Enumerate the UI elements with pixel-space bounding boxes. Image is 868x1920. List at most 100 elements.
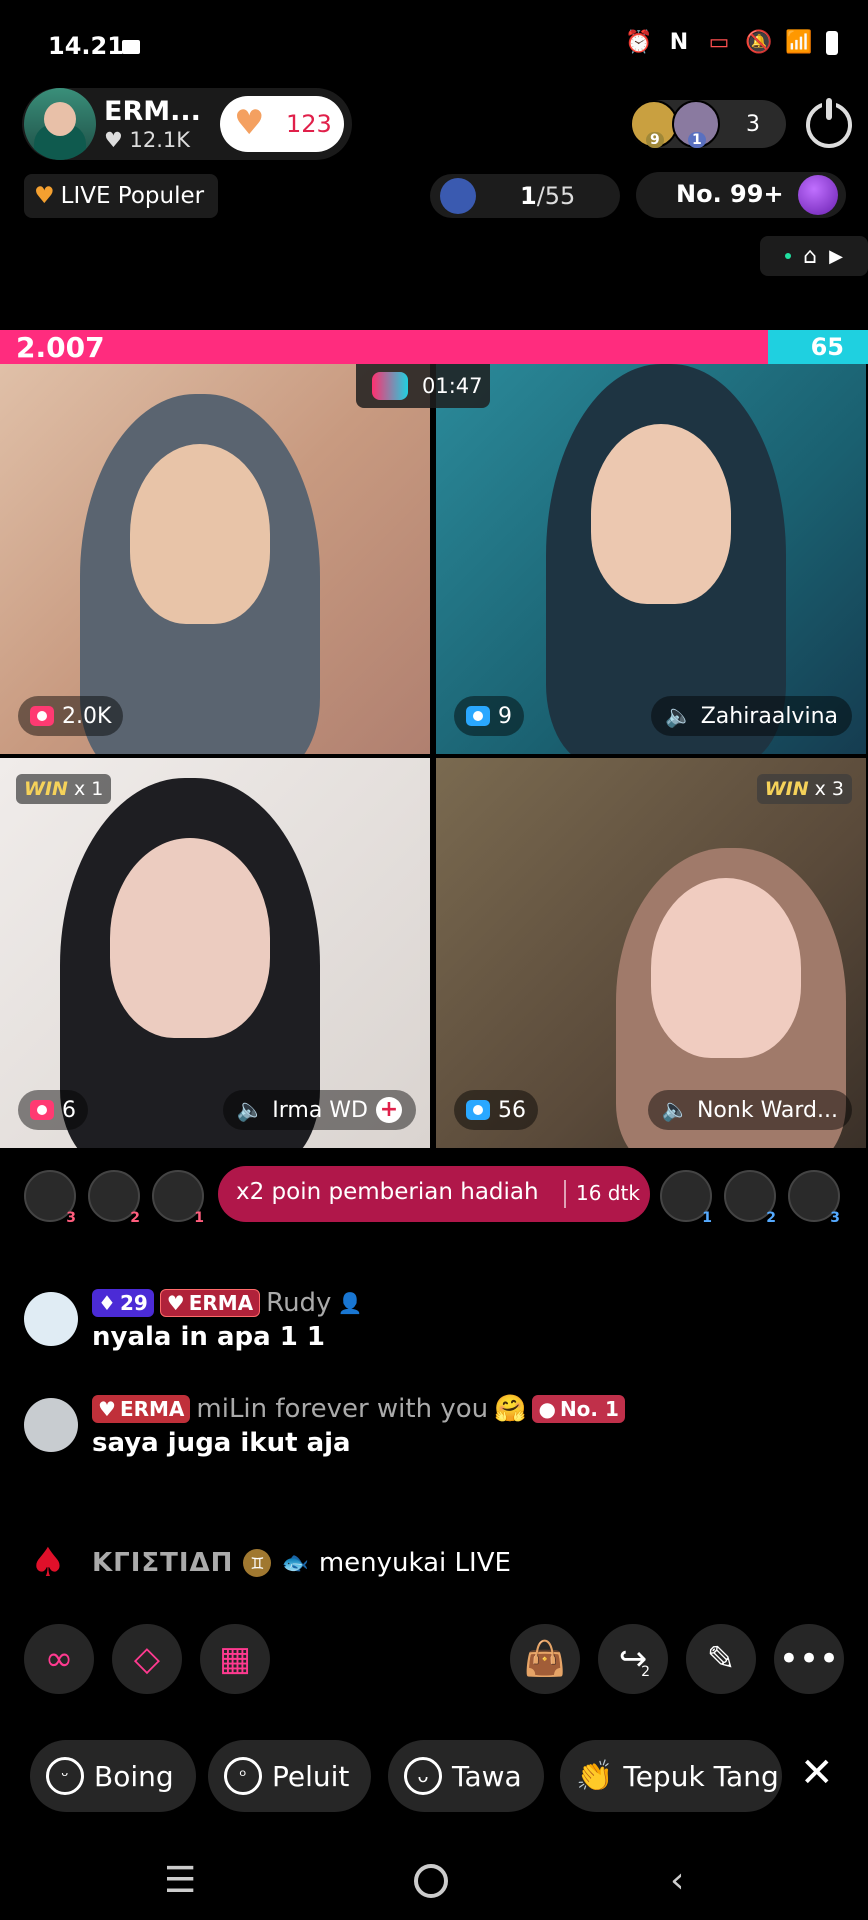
magic-wand-icon[interactable]: ✎ bbox=[686, 1624, 756, 1694]
heart-icon: ♥ bbox=[34, 183, 55, 209]
team-pink-score: 2.007 bbox=[16, 331, 105, 364]
join-notice: KΓIΣTIΔП ♊ 🐟 menyukai LIVE bbox=[92, 1548, 511, 1578]
chevron-right-icon[interactable]: ▶ bbox=[829, 246, 843, 267]
gemini-icon: ♊ bbox=[243, 1549, 272, 1577]
rank-avatar-right[interactable]: 3 bbox=[788, 1170, 840, 1226]
recording-icon bbox=[122, 40, 140, 54]
home-icon[interactable]: ⌂ bbox=[803, 244, 817, 269]
rank-badge: ● No. 1 bbox=[532, 1395, 625, 1423]
fan-badge: ♥ ERMA bbox=[92, 1395, 191, 1423]
rank-avatar-left[interactable]: 1 bbox=[152, 1170, 204, 1226]
gift-ball-icon bbox=[798, 175, 838, 215]
home-icon[interactable] bbox=[414, 1864, 448, 1898]
rank-avatar-right[interactable]: 2 bbox=[724, 1170, 776, 1226]
viewer-count-chip: 2.0K bbox=[18, 696, 124, 736]
win-badge: WIN x 3 bbox=[756, 774, 852, 804]
nfc-icon: N bbox=[669, 30, 689, 55]
viewer-avatar[interactable]: 9 bbox=[630, 100, 678, 148]
mini-controls[interactable]: ⌂ ▶ bbox=[760, 236, 868, 276]
apps-grid-icon[interactable]: ▦ bbox=[200, 1624, 270, 1694]
whistle-face-icon: ᵒ bbox=[224, 1757, 262, 1795]
rank-avatar-icon bbox=[440, 178, 476, 214]
camera-icon bbox=[30, 706, 54, 726]
rank-avatar-right[interactable]: 1 bbox=[660, 1170, 712, 1226]
chat-username[interactable]: Rudy bbox=[266, 1288, 331, 1318]
video-tile-2[interactable]: 9 🔈 Zahiraalvina bbox=[436, 364, 866, 754]
chat-username[interactable]: miLin forever with you bbox=[196, 1394, 488, 1424]
power-icon[interactable] bbox=[806, 98, 852, 148]
more-icon[interactable]: ••• bbox=[774, 1624, 844, 1694]
battery-icon bbox=[826, 31, 838, 55]
user-icon: 👤 bbox=[337, 1291, 363, 1315]
like-button[interactable]: ♥ 123 bbox=[220, 96, 344, 152]
chat-meta: ♦ 29 ♥ ERMA Rudy 👤 bbox=[92, 1288, 362, 1318]
chat-avatar[interactable] bbox=[24, 1292, 78, 1346]
host-name[interactable]: ERM... bbox=[104, 96, 201, 127]
viewer-count-chip: 9 bbox=[454, 696, 524, 736]
shopping-bag-icon[interactable]: 👜 bbox=[510, 1624, 580, 1694]
reaction-boing-button[interactable]: ᵕ Boing bbox=[30, 1740, 196, 1812]
recent-apps-icon[interactable]: ☰ bbox=[164, 1860, 196, 1901]
participant-name[interactable]: 🔈 Zahiraalvina bbox=[651, 696, 852, 736]
join-username[interactable]: KΓIΣTIΔП bbox=[92, 1548, 233, 1578]
close-icon[interactable]: ✕ bbox=[800, 1750, 834, 1796]
wifi-icon: 📶 bbox=[785, 30, 813, 55]
participant-name[interactable]: 🔈 Irma WD + bbox=[222, 1090, 416, 1130]
rank-avatar-left[interactable]: 3 bbox=[24, 1170, 76, 1226]
speaker-icon: 🔈 bbox=[236, 1097, 265, 1123]
heart-icon: ♥ bbox=[234, 103, 265, 143]
cast-icon: ▭ bbox=[708, 30, 730, 55]
video-tile-3[interactable]: WIN x 1 6 🔈 Irma WD + bbox=[0, 758, 430, 1148]
reaction-peluit-button[interactable]: ᵒ Peluit bbox=[208, 1740, 372, 1812]
like-count: 123 bbox=[286, 110, 332, 138]
clock: 14.21 bbox=[48, 32, 124, 60]
back-icon[interactable]: ‹ bbox=[670, 1860, 684, 1901]
alarm-icon: ⏰ bbox=[625, 30, 653, 55]
reaction-tepuk-button[interactable]: 👏 Tepuk Tang bbox=[560, 1740, 782, 1812]
host-likes: ♥ 12.1K bbox=[104, 128, 191, 152]
camera-icon bbox=[466, 706, 490, 726]
clap-icon: 👏 bbox=[576, 1758, 614, 1794]
bonus-banner[interactable]: x2 poin pemberian hadiah 16 dtk bbox=[218, 1166, 650, 1222]
leaderboard-chip[interactable]: No. 99+ bbox=[636, 172, 846, 218]
heart-icon: ♥ bbox=[166, 1291, 185, 1315]
rank-avatar-left[interactable]: 2 bbox=[88, 1170, 140, 1226]
viewer-avatar[interactable]: 1 bbox=[672, 100, 720, 148]
chat-meta: ♥ ERMA miLin forever with you 🤗 ● No. 1 bbox=[92, 1394, 625, 1424]
medal-icon: ● bbox=[538, 1397, 556, 1421]
battle-icon bbox=[372, 372, 408, 400]
live-popular-chip[interactable]: ♥ LIVE Populer bbox=[24, 174, 219, 218]
laugh-face-icon: ᴗ bbox=[404, 1757, 442, 1795]
camera-icon bbox=[466, 1100, 490, 1120]
viewer-count-chip: 56 bbox=[454, 1090, 538, 1130]
heart-icon: ♥ bbox=[98, 1397, 116, 1421]
video-tile-4[interactable]: WIN x 3 56 🔈 Nonk Ward... bbox=[436, 758, 866, 1148]
participant-name[interactable]: 🔈 Nonk Ward... bbox=[647, 1090, 852, 1130]
dot-icon bbox=[785, 253, 792, 259]
status-bar: 14.21 ⏰ N ▭ 🔕 📶 bbox=[0, 0, 868, 90]
hug-emoji-icon: 🤗 bbox=[494, 1394, 527, 1424]
share-icon[interactable]: ↪ 2 bbox=[598, 1624, 668, 1694]
host-avatar[interactable] bbox=[24, 88, 96, 160]
fish-icon: 🐟 bbox=[281, 1550, 309, 1576]
multi-guest-icon[interactable]: ∞ bbox=[24, 1624, 94, 1694]
chat-message: nyala in apa 1 1 bbox=[92, 1322, 325, 1352]
win-badge: WIN x 1 bbox=[16, 774, 112, 804]
video-tile-1[interactable]: 2.0K bbox=[0, 364, 430, 754]
tongue-face-icon: ᵕ bbox=[46, 1757, 84, 1795]
camera-icon bbox=[30, 1100, 54, 1120]
rank-chip[interactable]: 1/55 bbox=[430, 174, 620, 218]
chat-avatar[interactable] bbox=[24, 1398, 78, 1452]
level-badge: ♦ 29 bbox=[92, 1289, 154, 1317]
viewer-list[interactable]: 9 1 3 bbox=[630, 100, 786, 148]
mute-icon: 🔕 bbox=[745, 30, 773, 55]
battle-link-icon[interactable]: ◇ bbox=[112, 1624, 182, 1694]
fan-badge: ♥ ERMA bbox=[159, 1289, 261, 1317]
speaker-icon: 🔈 bbox=[665, 703, 693, 729]
reaction-tawa-button[interactable]: ᴗ Tawa bbox=[388, 1740, 544, 1812]
team-blue-score-value: 65 bbox=[810, 333, 844, 361]
diamond-icon: ♦ bbox=[98, 1291, 116, 1315]
viewer-count: 3 bbox=[746, 112, 760, 137]
battle-score-bar: 2.007 65 bbox=[0, 330, 868, 364]
follow-plus-icon[interactable]: + bbox=[376, 1097, 402, 1123]
